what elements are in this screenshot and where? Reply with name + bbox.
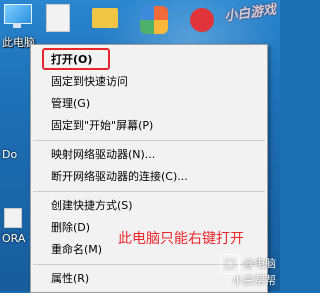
photos-icon[interactable] [140,6,168,34]
watermark-line2: 小白帮帮 [232,274,276,287]
document-icon[interactable] [46,4,70,32]
menu-item-pin-start[interactable]: 固定到"开始"屏幕(P) [31,115,267,137]
red-app-icon[interactable] [190,8,214,32]
watermark-line1: @电脑 [243,257,276,270]
bottom-right-watermark: □ @电脑 小白帮帮 [220,254,276,287]
desktop-icon-label-ora: ORA [2,232,26,245]
folder-icon[interactable] [92,8,118,28]
menu-separator [33,140,265,141]
menu-item-create-shortcut[interactable]: 创建快捷方式(S) [31,195,267,217]
menu-item-disconnect-network-drive[interactable]: 断开网络驱动器的连接(C)... [31,166,267,188]
menu-item-manage[interactable]: 管理(G) [31,93,267,115]
menu-item-map-network-drive[interactable]: 映射网络驱动器(N)... [31,144,267,166]
open-highlight-box [42,48,110,70]
annotation-text: 此电脑只能右键打开 [118,231,244,247]
menu-separator [33,191,265,192]
desktop-icon-label-do: Do [2,148,18,161]
shortcut-icon[interactable] [4,208,22,228]
this-pc-icon[interactable] [2,4,32,30]
menu-item-pin-quick-access[interactable]: 固定到快速访问 [31,71,267,93]
watermark-logo: □ [220,254,240,274]
